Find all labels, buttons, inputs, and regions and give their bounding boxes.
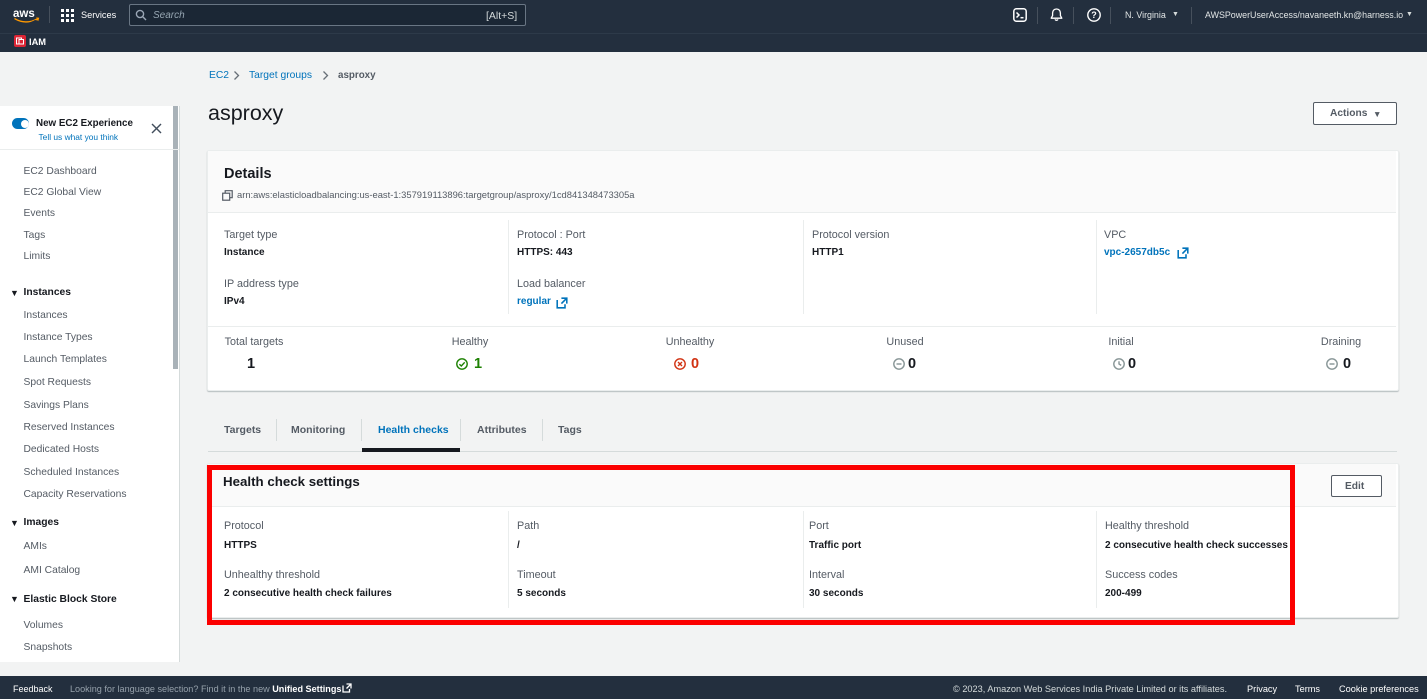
svg-text:?: ?: [1091, 10, 1097, 20]
svg-text:aws: aws: [13, 8, 35, 20]
